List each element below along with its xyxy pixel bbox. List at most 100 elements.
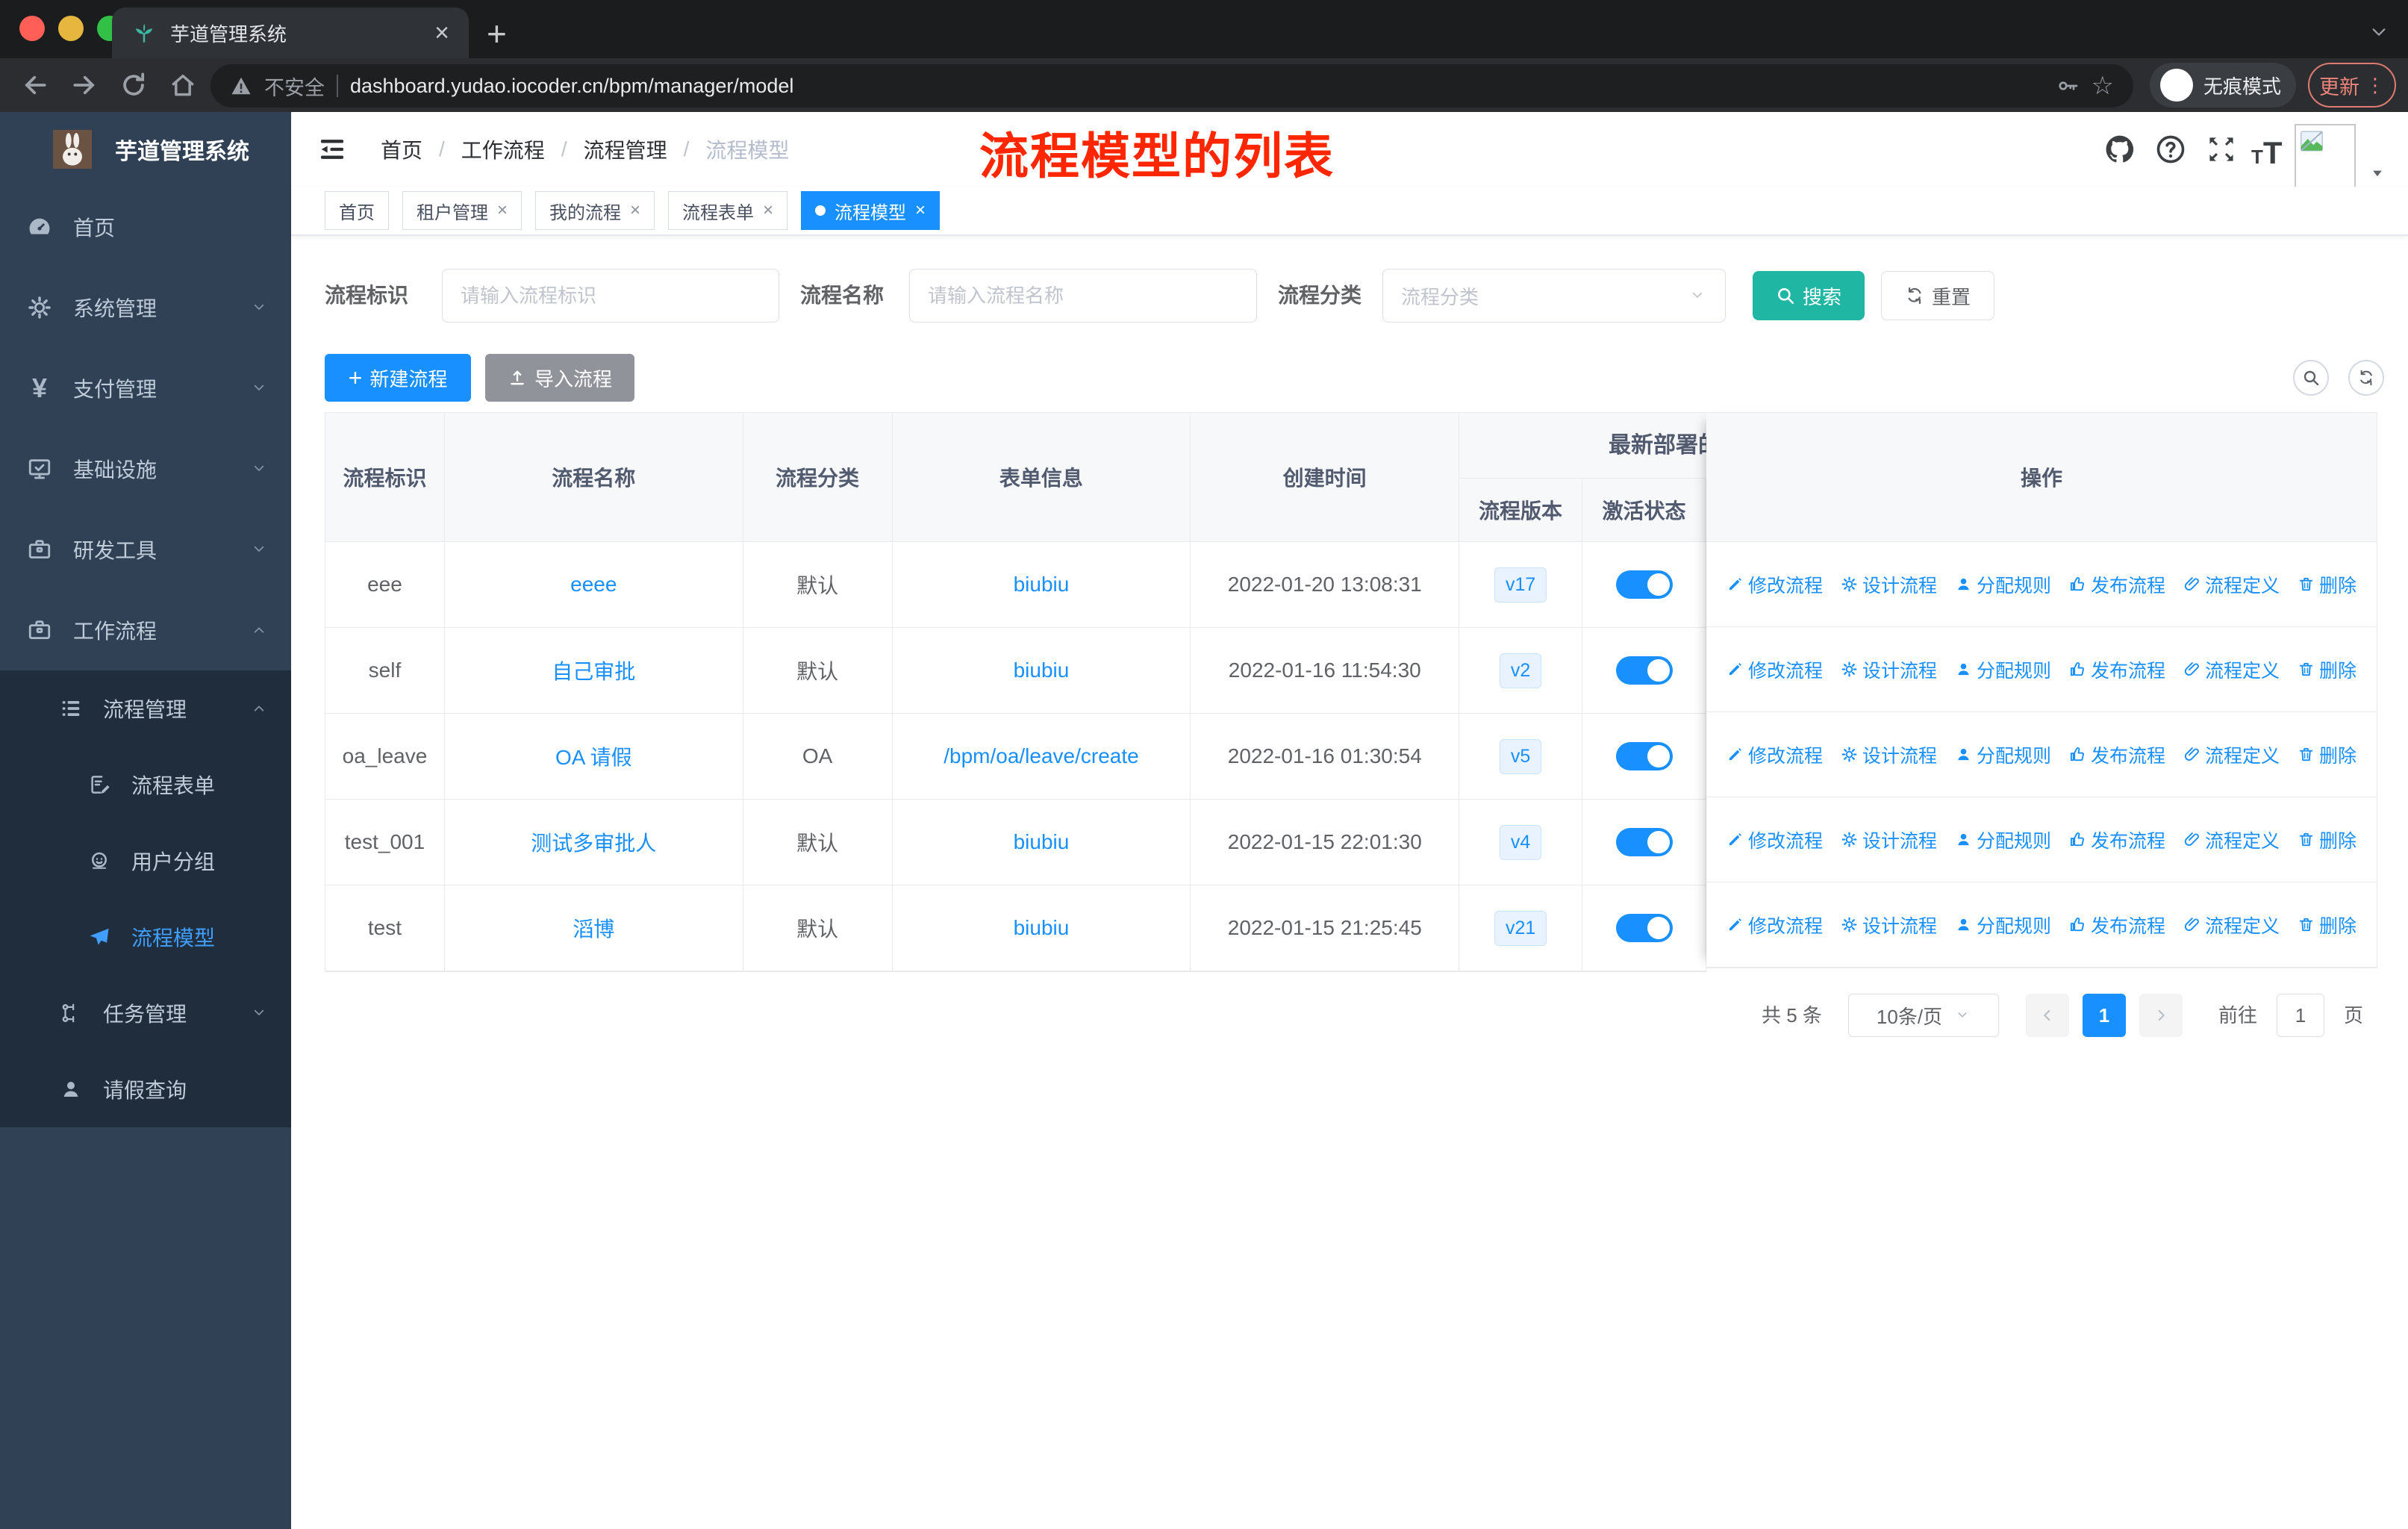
- tab-close-icon[interactable]: ×: [434, 20, 449, 46]
- action-分配规则[interactable]: 分配规则: [1955, 826, 2051, 853]
- prev-page-button[interactable]: [2026, 994, 2069, 1037]
- close-window-button[interactable]: [19, 16, 45, 41]
- action-流程定义[interactable]: 流程定义: [2183, 741, 2280, 768]
- page-size-select[interactable]: 10条/页: [1848, 994, 1999, 1037]
- tag-流程模型[interactable]: 流程模型 ×: [801, 191, 941, 230]
- reload-icon[interactable]: [119, 71, 148, 99]
- back-icon[interactable]: [21, 71, 49, 99]
- action-流程定义[interactable]: 流程定义: [2183, 826, 2280, 853]
- action-修改流程[interactable]: 修改流程: [1727, 912, 1823, 938]
- action-修改流程[interactable]: 修改流程: [1727, 571, 1823, 598]
- current-page-button[interactable]: 1: [2083, 994, 2126, 1037]
- action-删除[interactable]: 删除: [2298, 656, 2356, 683]
- forward-icon[interactable]: [70, 71, 99, 99]
- action-设计流程[interactable]: 设计流程: [1841, 571, 1937, 598]
- sidebar-item-流程表单[interactable]: 流程表单: [0, 747, 291, 823]
- tag-close-icon[interactable]: ×: [630, 200, 640, 221]
- active-toggle[interactable]: [1615, 570, 1673, 599]
- active-toggle[interactable]: [1615, 656, 1673, 685]
- address-bar[interactable]: 不安全 dashboard.yudao.iocoder.cn/bpm/manag…: [210, 64, 2133, 108]
- create-process-button[interactable]: + 新建流程: [325, 354, 471, 402]
- user-avatar-broken-image[interactable]: [2295, 124, 2356, 190]
- sidebar-item-2[interactable]: 系统管理: [0, 267, 291, 348]
- process-name-link[interactable]: eeee: [570, 573, 617, 597]
- sidebar-collapse-icon[interactable]: [317, 134, 347, 164]
- breadcrumb-item[interactable]: 流程管理: [584, 134, 667, 164]
- key-icon[interactable]: [2056, 74, 2080, 98]
- tab-search-chevron-icon[interactable]: [2366, 24, 2392, 40]
- filter-key-input[interactable]: [442, 269, 779, 323]
- process-name-link[interactable]: OA 请假: [555, 741, 632, 771]
- browser-menu-icon[interactable]: ⋮: [2365, 74, 2385, 97]
- action-设计流程[interactable]: 设计流程: [1841, 741, 1937, 768]
- active-toggle[interactable]: [1615, 828, 1673, 856]
- new-tab-button[interactable]: +: [487, 13, 507, 54]
- reset-button[interactable]: 重置: [1881, 271, 1994, 320]
- next-page-button[interactable]: [2139, 994, 2183, 1037]
- tag-close-icon[interactable]: ×: [763, 200, 773, 221]
- filter-category-select[interactable]: 流程分类: [1382, 269, 1726, 323]
- action-修改流程[interactable]: 修改流程: [1727, 741, 1823, 768]
- action-流程定义[interactable]: 流程定义: [2183, 912, 2280, 938]
- action-发布流程[interactable]: 发布流程: [2069, 826, 2165, 853]
- action-发布流程[interactable]: 发布流程: [2069, 656, 2165, 683]
- sidebar-item-用户分组[interactable]: 用户分组: [0, 823, 291, 899]
- breadcrumb-item[interactable]: 工作流程: [461, 134, 545, 164]
- action-发布流程[interactable]: 发布流程: [2069, 741, 2165, 768]
- action-发布流程[interactable]: 发布流程: [2069, 571, 2165, 598]
- import-process-button[interactable]: 导入流程: [485, 354, 634, 402]
- tag-流程表单[interactable]: 流程表单 ×: [668, 191, 788, 230]
- action-设计流程[interactable]: 设计流程: [1841, 826, 1937, 853]
- process-name-link[interactable]: 自己审批: [552, 655, 635, 685]
- action-流程定义[interactable]: 流程定义: [2183, 571, 2280, 598]
- browser-tab[interactable]: 芋道管理系统 ×: [112, 7, 469, 58]
- tag-close-icon[interactable]: ×: [915, 200, 926, 221]
- form-link[interactable]: biubiu: [1014, 830, 1070, 854]
- update-button[interactable]: 更新 ⋮: [2308, 63, 2396, 108]
- breadcrumb-item[interactable]: 首页: [381, 134, 422, 164]
- show-search-circle-button[interactable]: [2293, 360, 2329, 396]
- tag-close-icon[interactable]: ×: [497, 200, 508, 221]
- action-设计流程[interactable]: 设计流程: [1841, 656, 1937, 683]
- action-流程定义[interactable]: 流程定义: [2183, 656, 2280, 683]
- fullscreen-icon[interactable]: [2205, 133, 2238, 166]
- action-修改流程[interactable]: 修改流程: [1727, 826, 1823, 853]
- tag-租户管理[interactable]: 租户管理 ×: [402, 191, 523, 230]
- process-name-link[interactable]: 滔博: [573, 913, 614, 943]
- process-name-link[interactable]: 测试多审批人: [531, 827, 656, 857]
- sidebar-item-3[interactable]: ¥ 支付管理: [0, 348, 291, 429]
- action-分配规则[interactable]: 分配规则: [1955, 571, 2051, 598]
- minimize-window-button[interactable]: [58, 16, 84, 41]
- action-分配规则[interactable]: 分配规则: [1955, 741, 2051, 768]
- header-search-icon[interactable]: [2054, 133, 2087, 166]
- form-link[interactable]: biubiu: [1014, 573, 1070, 597]
- action-删除[interactable]: 删除: [2298, 912, 2356, 938]
- sidebar-item-流程管理[interactable]: 流程管理: [0, 670, 291, 747]
- bookmark-star-icon[interactable]: ☆: [2092, 71, 2114, 101]
- action-设计流程[interactable]: 设计流程: [1841, 912, 1937, 938]
- action-分配规则[interactable]: 分配规则: [1955, 912, 2051, 938]
- help-icon[interactable]: [2154, 133, 2187, 166]
- active-toggle[interactable]: [1615, 914, 1673, 942]
- tag-我的流程[interactable]: 我的流程 ×: [535, 191, 655, 230]
- sidebar-item-6[interactable]: 工作流程: [0, 590, 291, 670]
- sidebar-item-1[interactable]: 首页: [0, 187, 291, 267]
- goto-page-input[interactable]: [2277, 994, 2324, 1037]
- home-icon[interactable]: [169, 71, 197, 99]
- form-link[interactable]: biubiu: [1014, 916, 1070, 940]
- sidebar-item-4[interactable]: 基础设施: [0, 429, 291, 509]
- action-删除[interactable]: 删除: [2298, 741, 2356, 768]
- active-toggle[interactable]: [1615, 742, 1673, 770]
- form-link[interactable]: biubiu: [1014, 658, 1070, 682]
- tag-首页[interactable]: 首页: [325, 191, 389, 230]
- action-删除[interactable]: 删除: [2298, 826, 2356, 853]
- action-分配规则[interactable]: 分配规则: [1955, 656, 2051, 683]
- action-修改流程[interactable]: 修改流程: [1727, 656, 1823, 683]
- action-发布流程[interactable]: 发布流程: [2069, 912, 2165, 938]
- github-icon[interactable]: [2103, 133, 2136, 166]
- sidebar-item-5[interactable]: 研发工具: [0, 509, 291, 590]
- search-button[interactable]: 搜索: [1753, 271, 1865, 320]
- refresh-circle-button[interactable]: [2348, 360, 2384, 396]
- form-link[interactable]: /bpm/oa/leave/create: [943, 744, 1139, 768]
- font-size-icon[interactable]: TT: [2251, 133, 2284, 168]
